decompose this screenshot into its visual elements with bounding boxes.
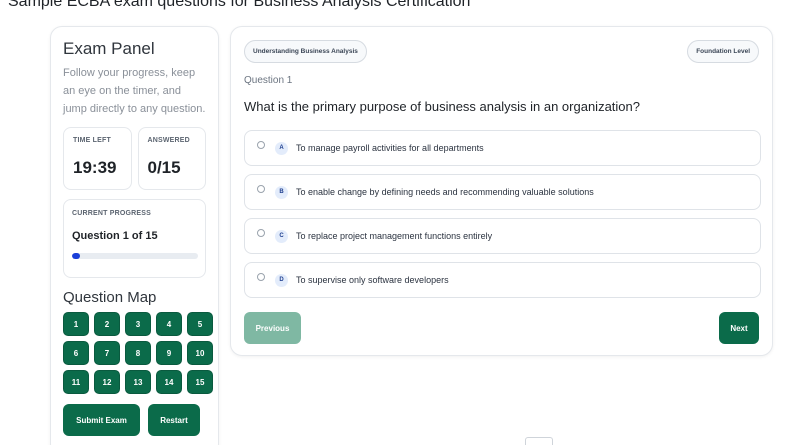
answer-options: A To manage payroll activities for all d…: [244, 130, 761, 306]
question-map-button[interactable]: 3: [125, 312, 151, 336]
progress-label: CURRENT PROGRESS: [72, 210, 152, 217]
question-map-title: Question Map: [63, 289, 157, 306]
question-map-button[interactable]: 13: [125, 370, 151, 394]
question-map-button[interactable]: 1: [63, 312, 89, 336]
time-left-value: 19:39: [73, 158, 117, 177]
question-map-button[interactable]: 5: [187, 312, 213, 336]
topic-tag: Understanding Business Analysis: [244, 40, 367, 63]
question-map-button[interactable]: 8: [125, 341, 151, 365]
option-letter: B: [275, 185, 288, 199]
option-a[interactable]: A To manage payroll activities for all d…: [244, 130, 761, 166]
progress-text: Question 1 of 15: [72, 230, 158, 242]
option-letter: D: [275, 273, 288, 287]
option-letter: A: [275, 141, 288, 155]
submit-exam-button[interactable]: Submit Exam: [63, 404, 140, 436]
next-button[interactable]: Next: [719, 312, 759, 344]
answered-value: 0/15: [147, 158, 181, 177]
option-d[interactable]: D To supervise only software developers: [244, 262, 761, 298]
scroll-to-top-tab[interactable]: [525, 437, 553, 445]
option-text: To replace project management functions …: [296, 231, 493, 241]
question-card: Understanding Business Analysis Foundati…: [230, 26, 773, 356]
time-left-label: TIME LEFT: [73, 137, 111, 144]
progress-bar-fill: [72, 253, 81, 259]
panel-description: Follow your progress, keep an eye on the…: [63, 67, 206, 115]
radio-icon[interactable]: [257, 272, 265, 281]
option-text: To manage payroll activities for all dep…: [296, 143, 484, 153]
exam-panel: Exam Panel Follow your progress, keep an…: [50, 26, 219, 445]
answered-card: ANSWERED 0/15: [137, 127, 206, 190]
question-map-button[interactable]: 6: [63, 341, 89, 365]
restart-button[interactable]: Restart: [148, 404, 200, 436]
question-map-button[interactable]: 7: [94, 341, 120, 365]
progress-card: CURRENT PROGRESS Question 1 of 15: [63, 199, 206, 278]
question-map: 1 2 3 4 5 6 7 8 9 10 11 12 13 14 15: [63, 312, 213, 394]
option-b[interactable]: B To enable change by defining needs and…: [244, 174, 761, 210]
option-text: To supervise only software developers: [296, 275, 449, 285]
option-text: To enable change by defining needs and r…: [296, 187, 594, 197]
question-map-button[interactable]: 12: [94, 370, 120, 394]
question-map-button[interactable]: 11: [63, 370, 89, 394]
time-left-card: TIME LEFT 19:39: [63, 127, 132, 190]
stats-row: TIME LEFT 19:39 ANSWERED 0/15: [63, 127, 206, 190]
panel-title: Exam Panel: [63, 39, 155, 58]
question-map-button[interactable]: 10: [187, 341, 213, 365]
panel-actions: Submit Exam Restart: [63, 404, 206, 436]
previous-button[interactable]: Previous: [244, 312, 301, 344]
question-map-button[interactable]: 15: [187, 370, 213, 394]
progress-bar: [72, 253, 198, 259]
question-map-button[interactable]: 2: [94, 312, 120, 336]
option-letter: C: [275, 229, 288, 243]
radio-icon[interactable]: [257, 184, 265, 193]
question-map-button[interactable]: 4: [156, 312, 182, 336]
radio-icon[interactable]: [257, 228, 265, 237]
level-tag: Foundation Level: [687, 40, 759, 63]
option-c[interactable]: C To replace project management function…: [244, 218, 761, 254]
question-number: Question 1: [244, 75, 293, 86]
radio-icon[interactable]: [257, 140, 265, 149]
question-map-button[interactable]: 9: [156, 341, 182, 365]
page-heading: Sample ECBA exam questions for Business …: [8, 0, 471, 10]
question-map-button[interactable]: 14: [156, 370, 182, 394]
answered-label: ANSWERED: [147, 137, 190, 144]
question-text: What is the primary purpose of business …: [244, 99, 640, 114]
